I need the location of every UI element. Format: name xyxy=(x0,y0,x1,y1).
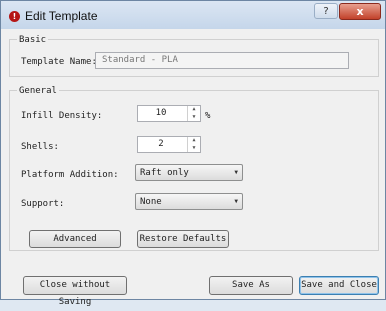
basic-group-title: Basic xyxy=(17,35,49,45)
close-without-saving-button[interactable]: Close without Saving xyxy=(23,276,127,307)
save-as-button[interactable]: Save As xyxy=(209,276,293,295)
spin-up-icon[interactable]: ▲ xyxy=(188,106,200,114)
shells-spinbox[interactable]: 2 ▲ ▼ xyxy=(137,136,201,153)
edit-template-window: ! Edit Template ? x Basic Template Name:… xyxy=(0,0,386,307)
window-title: Edit Template xyxy=(25,9,98,23)
infill-density-spinbox[interactable]: 10 ▲ ▼ xyxy=(137,105,201,122)
spin-down-icon[interactable]: ▼ xyxy=(188,145,200,153)
advanced-button[interactable]: Advanced xyxy=(29,230,121,248)
help-button[interactable]: ? xyxy=(314,3,338,19)
close-window-button[interactable]: x xyxy=(339,3,381,20)
template-name-field[interactable]: Standard - PLA xyxy=(95,52,349,69)
restore-defaults-button[interactable]: Restore Defaults xyxy=(137,230,229,248)
spin-up-icon[interactable]: ▲ xyxy=(188,137,200,145)
app-icon: ! xyxy=(9,11,20,22)
infill-spin-arrows[interactable]: ▲ ▼ xyxy=(187,106,200,121)
infill-density-label: Infill Density: xyxy=(21,111,103,121)
shells-label: Shells: xyxy=(21,142,59,152)
support-value: None xyxy=(140,197,162,207)
infill-density-value: 10 xyxy=(155,108,167,118)
chevron-down-icon: ▼ xyxy=(234,198,238,205)
platform-addition-value: Raft only xyxy=(140,168,189,178)
shells-spin-arrows[interactable]: ▲ ▼ xyxy=(187,137,200,152)
dialog-content: Basic Template Name: Standard - PLA Gene… xyxy=(7,31,381,307)
platform-addition-label: Platform Addition: xyxy=(21,170,119,180)
shells-value: 2 xyxy=(158,139,164,149)
spin-down-icon[interactable]: ▼ xyxy=(188,114,200,122)
support-label: Support: xyxy=(21,199,65,209)
title-bar[interactable]: ! Edit Template ? x xyxy=(1,1,385,29)
template-name-label: Template Name: xyxy=(21,57,97,67)
save-and-close-button[interactable]: Save and Close xyxy=(299,276,379,295)
general-group-title: General xyxy=(17,86,59,96)
platform-addition-select[interactable]: Raft only ▼ xyxy=(135,164,243,181)
infill-unit-label: % xyxy=(205,111,211,121)
chevron-down-icon: ▼ xyxy=(234,169,238,176)
support-select[interactable]: None ▼ xyxy=(135,193,243,210)
